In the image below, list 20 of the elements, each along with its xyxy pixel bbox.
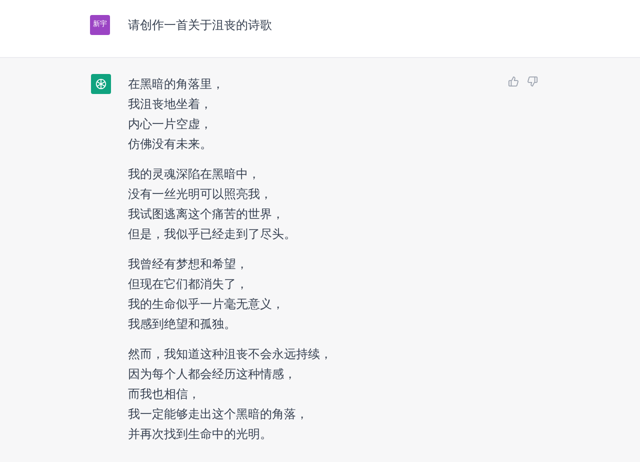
poem-line: 内心一片空虚， bbox=[128, 116, 213, 133]
user-message: 请创作一首关于沮丧的诗歌 bbox=[128, 16, 272, 34]
poem-line: 而我也相信， bbox=[128, 386, 201, 403]
poem-line: 仿佛没有未来。 bbox=[128, 136, 213, 153]
poem-line: 但是，我似乎已经走到了尽头。 bbox=[128, 226, 297, 243]
poem-line: 我试图逃离这个痛苦的世界， bbox=[128, 206, 285, 223]
poem-line: 我感到绝望和孤独。 bbox=[128, 316, 237, 333]
poem-line: 因为每个人都会经历这种情感， bbox=[128, 366, 297, 383]
poem-line: 我的生命似乎一片毫无意义， bbox=[128, 296, 285, 313]
thumbs-down-icon[interactable] bbox=[527, 76, 538, 87]
thumbs-up-icon[interactable] bbox=[508, 76, 519, 87]
poem-line: 然而，我知道这种沮丧不会永远持续， bbox=[128, 346, 333, 363]
poem-line: 没有一丝光明可以照亮我， bbox=[128, 186, 273, 203]
poem-line: 我的灵魂深陷在黑暗中， bbox=[128, 166, 261, 183]
poem-line: 在黑暗的角落里， bbox=[128, 76, 225, 93]
poem-line: 我沮丧地坐着， bbox=[128, 96, 213, 113]
poem-line: 我一定能够走出这个黑暗的角落， bbox=[128, 406, 309, 423]
poem-line: 并再次找到生命中的光明。 bbox=[128, 426, 273, 443]
poem-line: 我曾经有梦想和希望， bbox=[128, 256, 249, 273]
poem-line: 但现在它们都消失了， bbox=[128, 276, 249, 293]
